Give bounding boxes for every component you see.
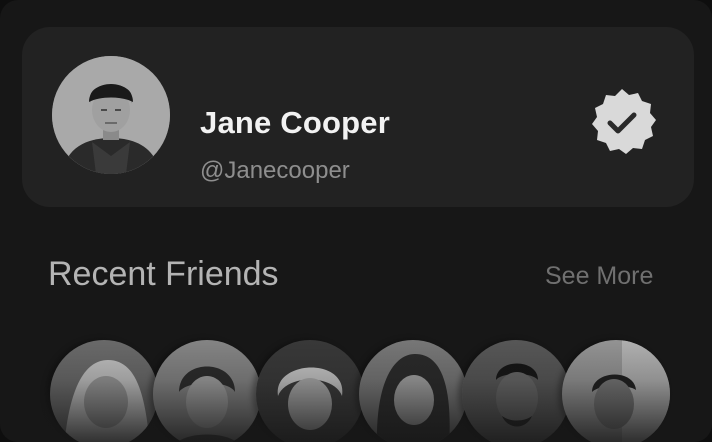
profile-panel: Jane Cooper @Janecooper Recent Friends S… [0, 0, 712, 442]
verified-badge-icon [584, 85, 660, 161]
profile-name: Jane Cooper [200, 105, 390, 140]
friend-avatar[interactable] [153, 340, 261, 442]
profile-avatar-image [52, 56, 170, 174]
profile-card[interactable]: Jane Cooper @Janecooper [22, 27, 694, 207]
see-more-link[interactable]: See More [545, 262, 653, 291]
friend-avatar[interactable] [462, 340, 570, 442]
friend-avatar[interactable] [50, 340, 158, 442]
recent-friends-list [50, 340, 670, 442]
friend-avatar[interactable] [562, 340, 670, 442]
profile-handle: @Janecooper [200, 157, 350, 184]
recent-friends-title: Recent Friends [48, 255, 279, 293]
friend-avatar[interactable] [359, 340, 467, 442]
profile-avatar[interactable] [52, 56, 170, 174]
friend-avatar[interactable] [256, 340, 364, 442]
